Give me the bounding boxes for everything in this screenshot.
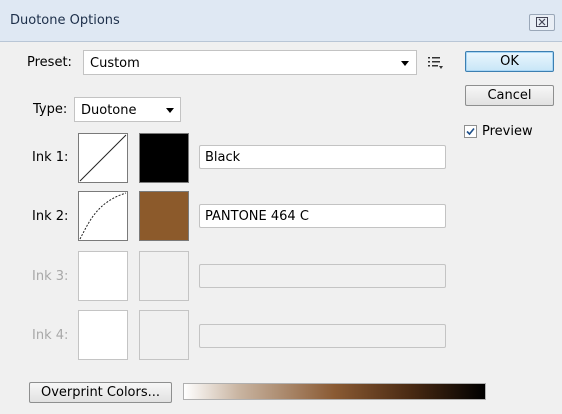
cancel-button[interactable]: Cancel <box>465 85 554 106</box>
ink3-color-swatch <box>139 251 189 301</box>
close-button[interactable] <box>529 14 555 31</box>
dialog-title: Duotone Options <box>10 13 120 28</box>
ink3-name-field <box>199 264 446 288</box>
ink2-label: Ink 2: <box>32 209 69 224</box>
ink1-name-field[interactable]: Black <box>199 145 446 169</box>
chevron-down-icon <box>401 61 409 66</box>
ink1-color-swatch[interactable] <box>139 133 189 183</box>
chevron-down-icon <box>166 108 174 113</box>
checkmark-icon <box>466 127 475 136</box>
ink4-color-swatch <box>139 310 189 360</box>
preset-value: Custom <box>90 56 140 71</box>
ink2-curve[interactable] <box>78 191 128 241</box>
linear-curve-icon <box>79 134 127 182</box>
duotone-preview-ramp <box>183 383 486 400</box>
custom-curve-icon <box>79 192 127 240</box>
ok-button[interactable]: OK <box>465 51 554 72</box>
ink1-name-value: Black <box>205 150 241 165</box>
preview-checkbox[interactable] <box>464 125 477 138</box>
ink4-curve <box>78 310 128 360</box>
ink2-color-swatch[interactable] <box>139 191 189 241</box>
ink2-name-value: PANTONE 464 C <box>205 209 309 224</box>
ink1-label: Ink 1: <box>32 150 69 165</box>
type-value: Duotone <box>81 103 137 118</box>
ink4-name-field <box>199 324 446 348</box>
type-dropdown[interactable]: Duotone <box>74 97 181 122</box>
ink4-label: Ink 4: <box>32 328 69 343</box>
preview-label: Preview <box>482 124 533 139</box>
ink2-name-field[interactable]: PANTONE 464 C <box>199 204 446 228</box>
preset-label: Preset: <box>27 55 72 70</box>
close-icon <box>536 17 548 27</box>
overprint-colors-button[interactable]: Overprint Colors... <box>29 382 172 403</box>
ink3-label: Ink 3: <box>32 269 69 284</box>
title-bar: Duotone Options <box>0 0 562 42</box>
ink1-curve[interactable] <box>78 133 128 183</box>
preset-dropdown[interactable]: Custom <box>83 50 417 75</box>
preset-options-icon[interactable] <box>428 56 444 70</box>
type-label: Type: <box>33 102 68 117</box>
ink3-curve <box>78 251 128 301</box>
